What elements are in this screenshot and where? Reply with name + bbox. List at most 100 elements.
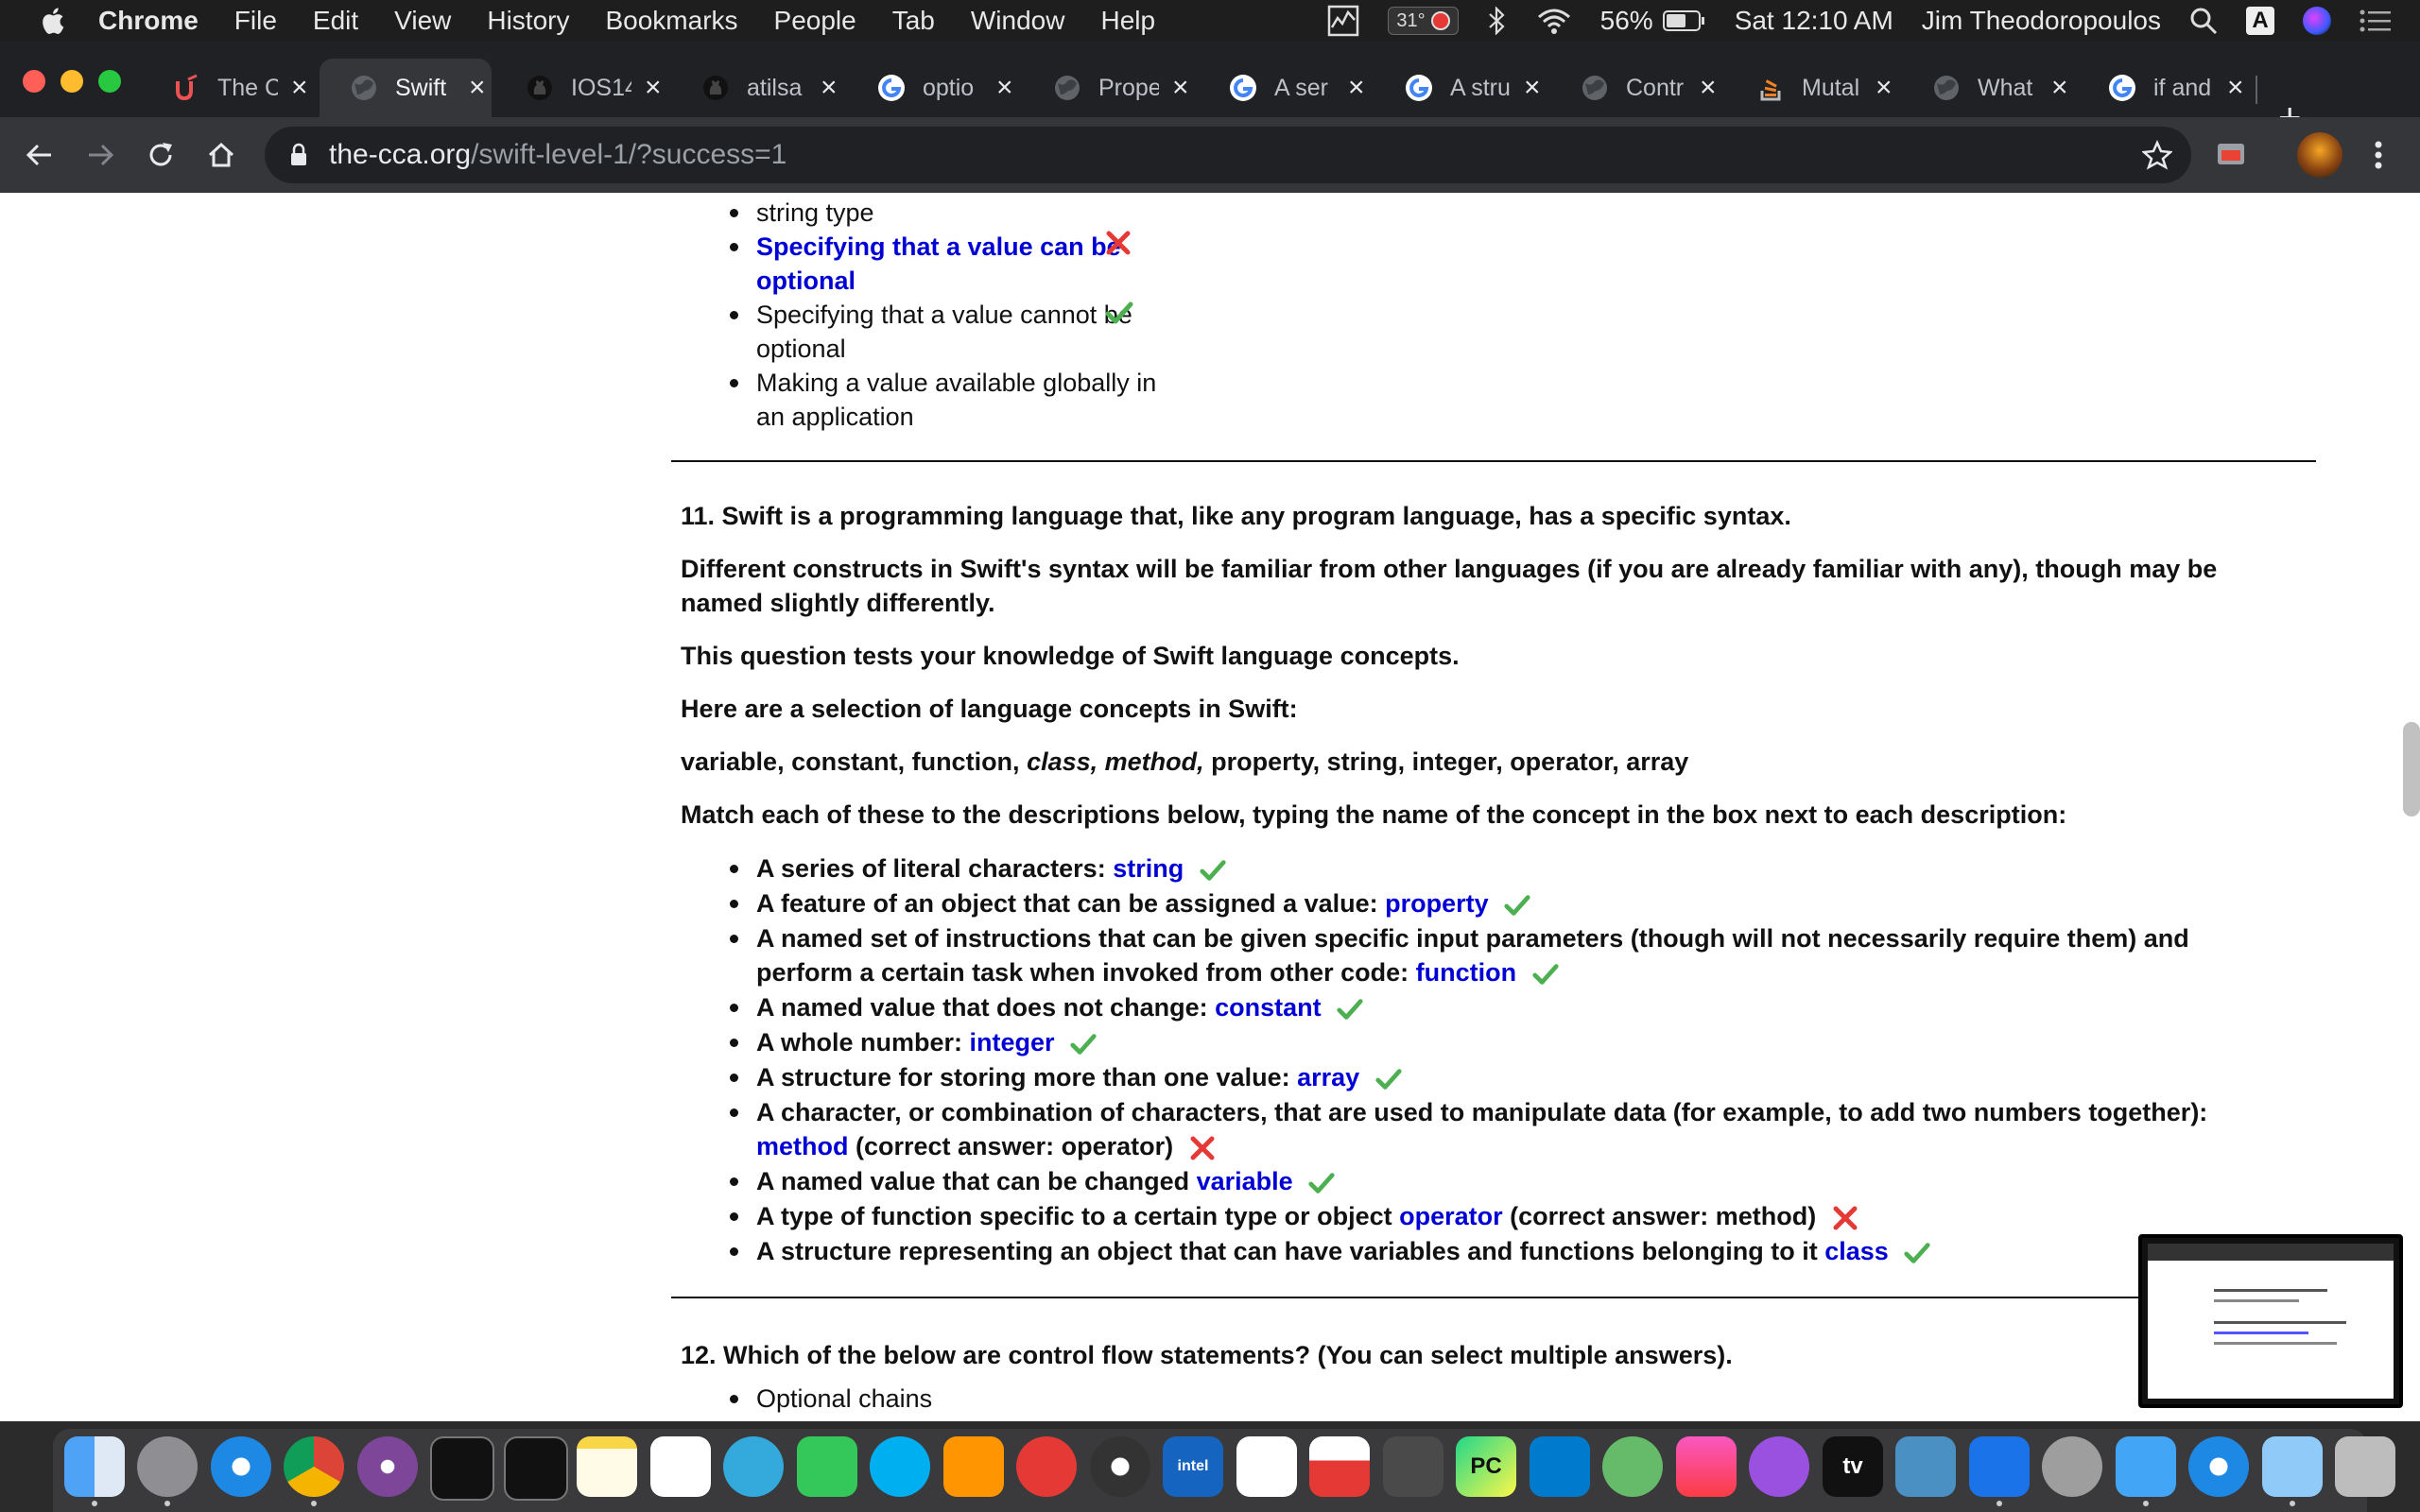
reminders-icon[interactable] bbox=[650, 1436, 711, 1497]
tab-11[interactable]: What × bbox=[1902, 59, 2074, 117]
input-source-icon[interactable]: A bbox=[2246, 7, 2274, 35]
tab-close-icon[interactable]: × bbox=[2227, 72, 2244, 104]
q11-item-answer[interactable]: property bbox=[1385, 889, 1489, 918]
atom-icon[interactable] bbox=[1602, 1436, 1663, 1497]
url-text[interactable]: the-cca.org/swift-level-1/?success=1 bbox=[329, 139, 786, 171]
zoom-window-button[interactable] bbox=[98, 70, 121, 93]
address-bar[interactable]: the-cca.org/swift-level-1/?success=1 bbox=[265, 127, 2191, 183]
xcode-icon[interactable] bbox=[1969, 1436, 2030, 1497]
bookmark-star-icon[interactable] bbox=[2142, 140, 2172, 170]
more-icon[interactable] bbox=[1016, 1436, 1077, 1497]
menu-help[interactable]: Help bbox=[1100, 6, 1155, 36]
list-item[interactable]: Specifying that a value cannot be option… bbox=[681, 298, 1172, 366]
q11-item-answer[interactable]: class bbox=[1824, 1237, 1889, 1265]
q11-item-answer[interactable]: function bbox=[1416, 958, 1516, 987]
battery-icon[interactable] bbox=[1662, 9, 1706, 32]
q11-item-answer[interactable]: operator bbox=[1399, 1202, 1503, 1230]
minimize-window-button[interactable] bbox=[60, 70, 83, 93]
user-name[interactable]: Jim Theodoropoulos bbox=[1922, 6, 2161, 36]
bluetooth-icon[interactable] bbox=[1487, 7, 1508, 35]
quicktime-icon[interactable] bbox=[2188, 1436, 2249, 1497]
notification-center-icon[interactable] bbox=[2360, 9, 2392, 33]
q11-item-answer[interactable]: method bbox=[756, 1132, 849, 1160]
tab-2-active[interactable]: Swift × bbox=[320, 59, 492, 117]
tab-4[interactable]: atilsa × bbox=[671, 59, 843, 117]
notes-icon[interactable] bbox=[577, 1436, 637, 1497]
sublime-icon[interactable] bbox=[1383, 1436, 1443, 1497]
screen-icon[interactable] bbox=[1236, 1436, 1297, 1497]
q11-item-answer[interactable]: array bbox=[1297, 1063, 1359, 1091]
vscode-icon[interactable] bbox=[1530, 1436, 1590, 1497]
tab-close-icon[interactable]: × bbox=[1524, 72, 1541, 104]
tab-close-icon[interactable]: × bbox=[996, 72, 1013, 104]
menu-app-name[interactable]: Chrome bbox=[98, 6, 199, 36]
simulator-icon[interactable] bbox=[2116, 1436, 2176, 1497]
tab-6[interactable]: Prope × bbox=[1023, 59, 1195, 117]
tab-12[interactable]: if and × bbox=[2078, 59, 2250, 117]
screenshot-thumbnail[interactable] bbox=[2138, 1234, 2403, 1408]
terminal-icon[interactable] bbox=[430, 1436, 494, 1501]
menu-edit[interactable]: Edit bbox=[313, 6, 358, 36]
scrollbar-thumb[interactable] bbox=[2403, 722, 2420, 816]
tab-close-icon[interactable]: × bbox=[1876, 72, 1893, 104]
menu-history[interactable]: History bbox=[487, 6, 569, 36]
tab-close-icon[interactable]: × bbox=[291, 72, 308, 104]
preview-icon[interactable] bbox=[2262, 1436, 2323, 1497]
home-icon[interactable] bbox=[943, 1436, 1004, 1497]
tab-close-icon[interactable]: × bbox=[1172, 72, 1189, 104]
menu-dots-icon[interactable] bbox=[2360, 136, 2397, 174]
pycharm-icon[interactable]: PC bbox=[1456, 1436, 1516, 1497]
popcorn-icon[interactable] bbox=[1309, 1436, 1370, 1497]
q11-item-answer[interactable]: variable bbox=[1197, 1167, 1293, 1195]
trash-icon[interactable] bbox=[2335, 1436, 2395, 1497]
music-icon[interactable] bbox=[1676, 1436, 1737, 1497]
q11-item-answer[interactable]: constant bbox=[1215, 993, 1322, 1022]
temperature-badge[interactable]: 31° bbox=[1388, 7, 1459, 35]
q11-item-answer[interactable]: integer bbox=[970, 1028, 1055, 1057]
chrome-icon[interactable] bbox=[284, 1436, 344, 1497]
tab-close-icon[interactable]: × bbox=[1348, 72, 1365, 104]
wifi-icon[interactable] bbox=[1536, 7, 1572, 35]
podcasts-icon[interactable] bbox=[1749, 1436, 1809, 1497]
list-item[interactable]: string type bbox=[681, 196, 1172, 230]
lock-icon[interactable] bbox=[289, 143, 308, 167]
messages-icon[interactable] bbox=[723, 1436, 784, 1497]
tab-close-icon[interactable]: × bbox=[821, 72, 838, 104]
avatar[interactable] bbox=[2297, 132, 2342, 178]
tv-icon[interactable]: tv bbox=[1823, 1436, 1883, 1497]
menu-bookmarks[interactable]: Bookmarks bbox=[605, 6, 737, 36]
reload-icon[interactable] bbox=[142, 136, 180, 174]
menu-tab[interactable]: Tab bbox=[892, 6, 935, 36]
list-item[interactable]: Optional chains bbox=[681, 1382, 2193, 1416]
spotlight-icon[interactable] bbox=[2189, 7, 2218, 35]
menu-window[interactable]: Window bbox=[971, 6, 1065, 36]
skype-icon[interactable] bbox=[870, 1436, 930, 1497]
menu-file[interactable]: File bbox=[234, 6, 277, 36]
cast-extension-icon[interactable] bbox=[2212, 136, 2250, 174]
tab-8[interactable]: A stru × bbox=[1374, 59, 1547, 117]
tab-7[interactable]: A ser × bbox=[1199, 59, 1371, 117]
activity-monitor-icon[interactable] bbox=[504, 1436, 568, 1501]
finder-icon[interactable] bbox=[64, 1436, 125, 1497]
home-icon[interactable] bbox=[202, 136, 240, 174]
forward-icon[interactable] bbox=[81, 136, 119, 174]
back-icon[interactable] bbox=[21, 136, 59, 174]
tab-close-icon[interactable]: × bbox=[469, 72, 486, 104]
virtualbox-icon[interactable] bbox=[1895, 1436, 1956, 1497]
tab-1[interactable]: The C × bbox=[142, 59, 314, 117]
tab-close-icon[interactable]: × bbox=[2051, 72, 2068, 104]
menu-view[interactable]: View bbox=[394, 6, 451, 36]
facetime-icon[interactable] bbox=[797, 1436, 857, 1497]
tab-9[interactable]: Contr × bbox=[1550, 59, 1722, 117]
apple-icon[interactable] bbox=[38, 6, 66, 36]
tab-3[interactable]: IOS14 × bbox=[495, 59, 667, 117]
istat-menu-icon[interactable] bbox=[1327, 5, 1359, 37]
list-item[interactable]: Specifying that a value can be optional bbox=[681, 230, 1172, 298]
q11-item-answer[interactable]: string bbox=[1113, 854, 1184, 883]
tab-10[interactable]: Mutal × bbox=[1726, 59, 1898, 117]
launchpad-icon[interactable] bbox=[137, 1436, 198, 1497]
davinci-icon[interactable] bbox=[1090, 1436, 1150, 1497]
menu-people[interactable]: People bbox=[774, 6, 856, 36]
istat-icon[interactable]: intel bbox=[1163, 1436, 1223, 1497]
tab-close-icon[interactable]: × bbox=[645, 72, 662, 104]
